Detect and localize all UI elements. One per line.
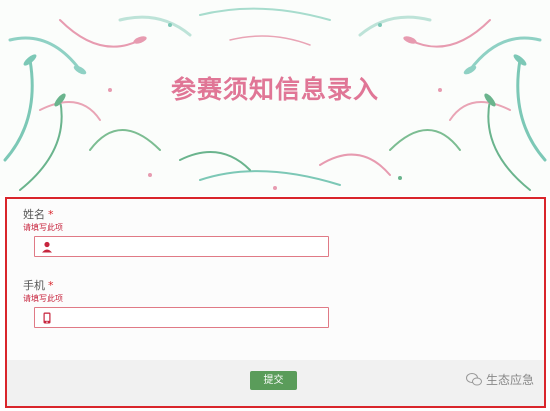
required-marker: *	[48, 208, 54, 221]
mobile-icon	[43, 312, 51, 324]
submit-button[interactable]: 提交	[250, 371, 297, 390]
phone-field[interactable]	[34, 307, 329, 328]
wechat-icon	[465, 373, 482, 386]
page-title: 参赛须知信息录入	[170, 75, 379, 104]
name-label: 姓名 *	[23, 208, 54, 221]
watermark: 生态应急	[465, 371, 534, 388]
phone-label: 手机 *	[23, 279, 54, 292]
header-banner: 参赛须知信息录入	[0, 0, 550, 196]
user-icon	[42, 241, 52, 253]
entry-form: 姓名 * 请填写此项 手机 * 请填写此项 提交 生态应急	[5, 197, 546, 408]
required-marker: *	[48, 279, 54, 292]
name-error: 请填写此项	[23, 223, 63, 232]
watermark-text: 生态应急	[485, 373, 534, 387]
name-field[interactable]	[34, 236, 329, 257]
form-footer: 提交 生态应急	[7, 360, 544, 406]
phone-error: 请填写此项	[23, 294, 63, 303]
